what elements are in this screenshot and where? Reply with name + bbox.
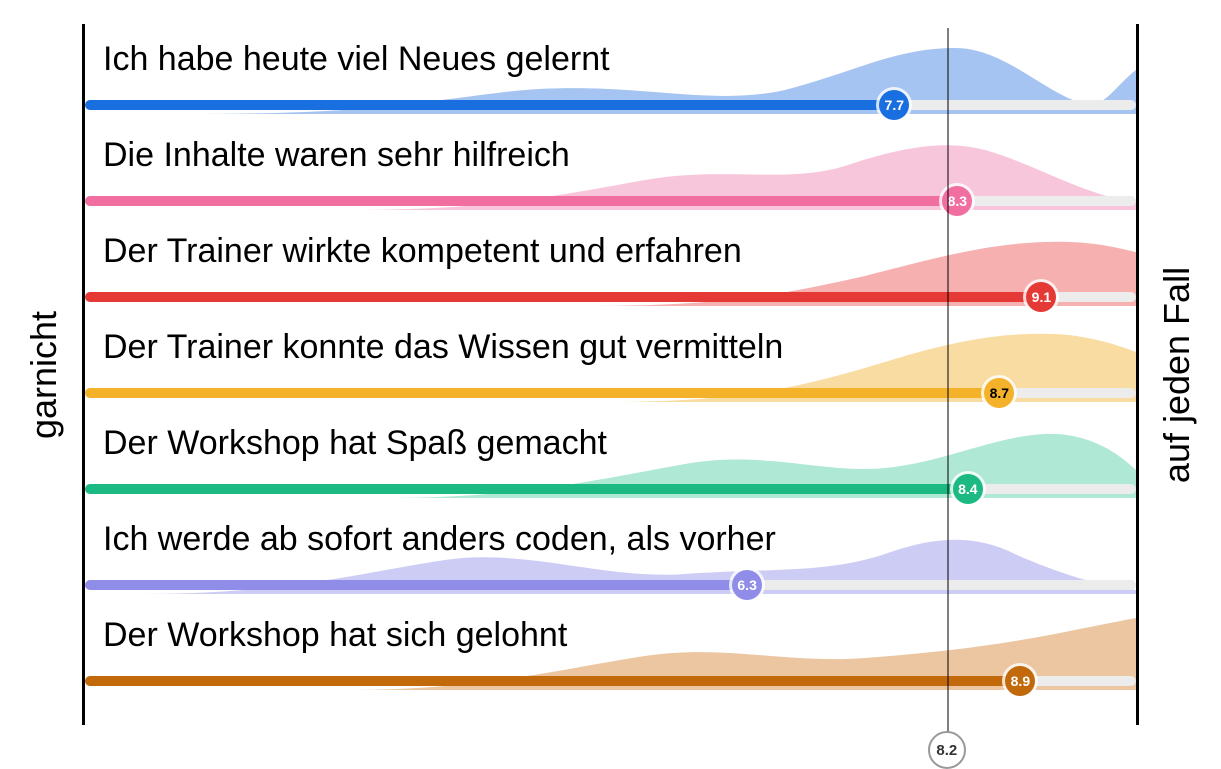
score-bar bbox=[85, 100, 894, 110]
score-bar bbox=[85, 292, 1041, 302]
score-value: 8.3 bbox=[948, 193, 967, 209]
score-marker: 8.7 bbox=[984, 378, 1014, 408]
score-marker: 6.3 bbox=[732, 570, 762, 600]
axis-label-low: garnicht bbox=[23, 310, 65, 438]
score-marker: 8.3 bbox=[942, 186, 972, 216]
average-value: 8.2 bbox=[936, 742, 957, 759]
score-marker: 7.7 bbox=[879, 90, 909, 120]
row-label: Die Inhalte waren sehr hilfreich bbox=[103, 136, 570, 175]
score-row: 8.9 Der Workshop hat sich gelohnt bbox=[85, 600, 1136, 696]
row-label: Ich habe heute viel Neues gelernt bbox=[103, 40, 610, 79]
survey-score-chart: garnicht auf jeden Fall 7.7 Ich habe heut… bbox=[0, 0, 1221, 749]
score-value: 6.3 bbox=[737, 577, 756, 593]
row-label: Der Trainer wirkte kompetent und erfahre… bbox=[103, 232, 742, 271]
score-row: 8.7 Der Trainer konnte das Wissen gut ver… bbox=[85, 312, 1136, 408]
score-row: 9.1 Der Trainer wirkte kompetent und erfa… bbox=[85, 216, 1136, 312]
score-bar bbox=[85, 484, 968, 494]
score-value: 8.4 bbox=[958, 481, 977, 497]
score-bar bbox=[85, 196, 957, 206]
score-value: 8.9 bbox=[1011, 673, 1030, 689]
row-label: Ich werde ab sofort anders coden, als vo… bbox=[103, 520, 776, 559]
score-row: 7.7 Ich habe heute viel Neues gelernt bbox=[85, 24, 1136, 120]
score-value: 8.7 bbox=[990, 385, 1009, 401]
score-marker: 8.4 bbox=[953, 474, 983, 504]
score-marker: 8.9 bbox=[1005, 666, 1035, 696]
score-value: 9.1 bbox=[1032, 289, 1051, 305]
plot-area: 7.7 Ich habe heute viel Neues gelernt 8.3 D… bbox=[82, 24, 1139, 725]
row-label: Der Workshop hat sich gelohnt bbox=[103, 616, 567, 655]
score-row: 8.3 Die Inhalte waren sehr hilfreich bbox=[85, 120, 1136, 216]
row-label: Der Workshop hat Spaß gemacht bbox=[103, 424, 607, 463]
score-row: 8.4 Der Workshop hat Spaß gemacht bbox=[85, 408, 1136, 504]
score-bar bbox=[85, 676, 1020, 686]
axis-label-high: auf jeden Fall bbox=[1156, 266, 1198, 482]
score-marker: 9.1 bbox=[1026, 282, 1056, 312]
row-label: Der Trainer konnte das Wissen gut vermit… bbox=[103, 328, 783, 367]
score-bar bbox=[85, 388, 999, 398]
average-marker: 8.2 bbox=[928, 731, 966, 769]
score-row: 6.3 Ich werde ab sofort anders coden, als… bbox=[85, 504, 1136, 600]
score-bar bbox=[85, 580, 747, 590]
score-value: 7.7 bbox=[885, 97, 904, 113]
